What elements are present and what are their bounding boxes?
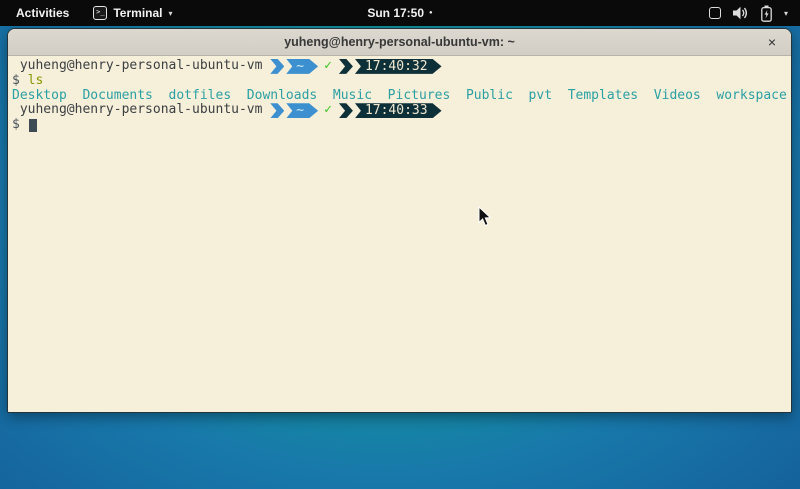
prompt-cwd-segment: ~ [286,103,318,118]
chevron-down-icon: ▾ [784,9,788,18]
status-check-icon: ✓ [324,59,332,74]
command-text: ls [28,74,44,89]
app-menu-button[interactable]: >_ Terminal ▾ [93,6,172,20]
notification-dot-icon: ● [429,10,433,16]
mouse-pointer-icon [478,206,492,227]
input-line: $ [12,118,787,133]
terminal-icon: >_ [93,6,107,20]
powerline-chevron-icon [270,103,284,118]
prompt-host: yuheng@henry-personal-ubuntu-vm [12,59,270,74]
system-status-area[interactable]: ▾ [709,0,792,26]
window-title: yuheng@henry-personal-ubuntu-vm: ~ [284,35,515,49]
prompt-char: $ [12,74,20,89]
directory-listing: Desktop Documents dotfiles Downloads Mus… [12,89,787,104]
clock-button[interactable]: Sun 17:50 [367,6,424,20]
powerline-chevron-icon [270,59,284,74]
prompt-cwd-segment: ~ [286,59,318,74]
chevron-down-icon: ▾ [168,9,172,18]
top-bar: Activities >_ Terminal ▾ Sun 17:50 ● ▾ [0,0,800,26]
powerline-chevron-icon [339,103,353,118]
prompt-host: yuheng@henry-personal-ubuntu-vm [12,103,270,118]
command-line: $ ls [12,74,787,89]
terminal-cursor [29,119,37,132]
prompt-line: yuheng@henry-personal-ubuntu-vm ~ ✓ 17:4… [12,59,787,74]
activities-button[interactable]: Activities [12,6,73,20]
close-icon[interactable]: × [763,33,781,51]
volume-icon [732,6,749,20]
status-check-icon: ✓ [324,103,332,118]
screen-icon [709,7,721,19]
prompt-char: $ [12,118,20,133]
terminal-window: yuheng@henry-personal-ubuntu-vm: ~ × yuh… [7,28,792,413]
powerline-chevron-icon [339,59,353,74]
prompt-time-segment: 17:40:33 [355,103,442,118]
window-titlebar[interactable]: yuheng@henry-personal-ubuntu-vm: ~ × [8,29,791,56]
battery-charging-icon [760,5,773,22]
output-line: Desktop Documents dotfiles Downloads Mus… [12,89,787,104]
prompt-time-segment: 17:40:32 [355,59,442,74]
app-menu-label: Terminal [113,6,162,20]
prompt-line: yuheng@henry-personal-ubuntu-vm ~ ✓ 17:4… [12,103,787,118]
terminal-screen[interactable]: yuheng@henry-personal-ubuntu-vm ~ ✓ 17:4… [8,56,791,413]
